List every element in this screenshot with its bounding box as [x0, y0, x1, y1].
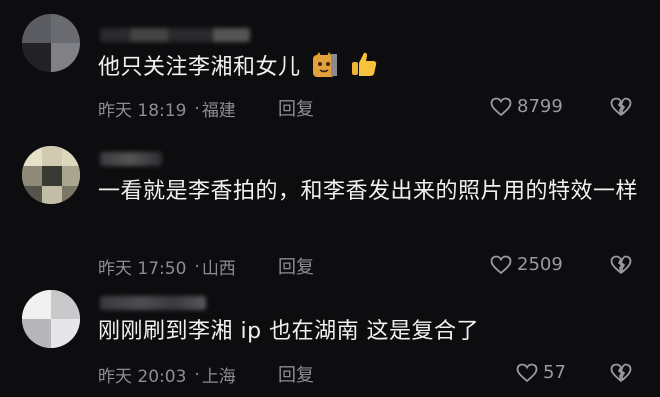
comment-meta: 昨天 18:19 · 福建: [98, 96, 236, 122]
comment-meta: 昨天 20:03 · 上海: [98, 362, 236, 388]
meta-separator: ·: [194, 98, 200, 119]
comment-meta: 昨天 17:50 · 山西: [98, 254, 236, 280]
like-button[interactable]: 57: [516, 362, 566, 383]
comment-text: 一看就是李香拍的，和李香发出来的照片用的特效一样: [98, 174, 638, 210]
like-button[interactable]: 8799: [490, 96, 563, 117]
dislike-button[interactable]: [610, 363, 632, 387]
broken-heart-icon: [610, 255, 632, 274]
heart-outline-icon: [490, 97, 512, 116]
reply-button[interactable]: 回复: [278, 253, 314, 279]
avatar[interactable]: [22, 14, 80, 72]
reply-button[interactable]: 回复: [278, 95, 314, 121]
comment-text-content: 他只关注李湘和女儿: [98, 55, 301, 80]
comment-text: 刚刚刷到李湘 ip 也在湖南 这是复合了: [98, 314, 638, 350]
heart-outline-icon: [490, 255, 512, 274]
like-count: 2509: [517, 254, 563, 275]
cat-emoji: [312, 52, 338, 90]
reply-button[interactable]: 回复: [278, 361, 314, 387]
username-redacted[interactable]: [100, 152, 162, 166]
like-button[interactable]: 2509: [490, 254, 563, 275]
comment-item: 他只关注李湘和女儿 昨天 18:19 · 福建 回复 8799: [0, 0, 660, 130]
comment-text-content: 一看就是李香拍的，和李香发出来的照片用的特效一样: [98, 179, 639, 204]
meta-separator: ·: [194, 256, 200, 277]
comment-time: 昨天 18:19: [98, 101, 187, 121]
avatar[interactable]: [22, 146, 80, 204]
broken-heart-icon: [610, 97, 632, 116]
meta-separator: ·: [194, 364, 200, 385]
comment-time: 昨天 20:03: [98, 367, 187, 387]
comment-text-content: 刚刚刷到李湘 ip 也在湖南 这是复合了: [98, 319, 480, 344]
dislike-button[interactable]: [610, 255, 632, 279]
broken-heart-icon: [610, 363, 632, 382]
dislike-button[interactable]: [610, 97, 632, 121]
comment-location: 山西: [201, 259, 236, 279]
like-count: 8799: [517, 96, 563, 117]
comment-text: 他只关注李湘和女儿: [98, 50, 638, 90]
username-redacted[interactable]: [100, 28, 250, 42]
comment-time: 昨天 17:50: [98, 259, 187, 279]
username-redacted[interactable]: [100, 296, 206, 310]
comment-item: 刚刚刷到李湘 ip 也在湖南 这是复合了 昨天 20:03 · 上海 回复 57: [0, 280, 660, 397]
comment-item: 一看就是李香拍的，和李香发出来的照片用的特效一样 昨天 17:50 · 山西 回…: [0, 130, 660, 280]
thumbs-up-emoji: [350, 50, 378, 90]
avatar[interactable]: [22, 290, 80, 348]
like-count: 57: [543, 362, 566, 383]
heart-outline-icon: [516, 363, 538, 382]
comment-location: 上海: [201, 367, 236, 387]
comment-location: 福建: [201, 101, 236, 121]
